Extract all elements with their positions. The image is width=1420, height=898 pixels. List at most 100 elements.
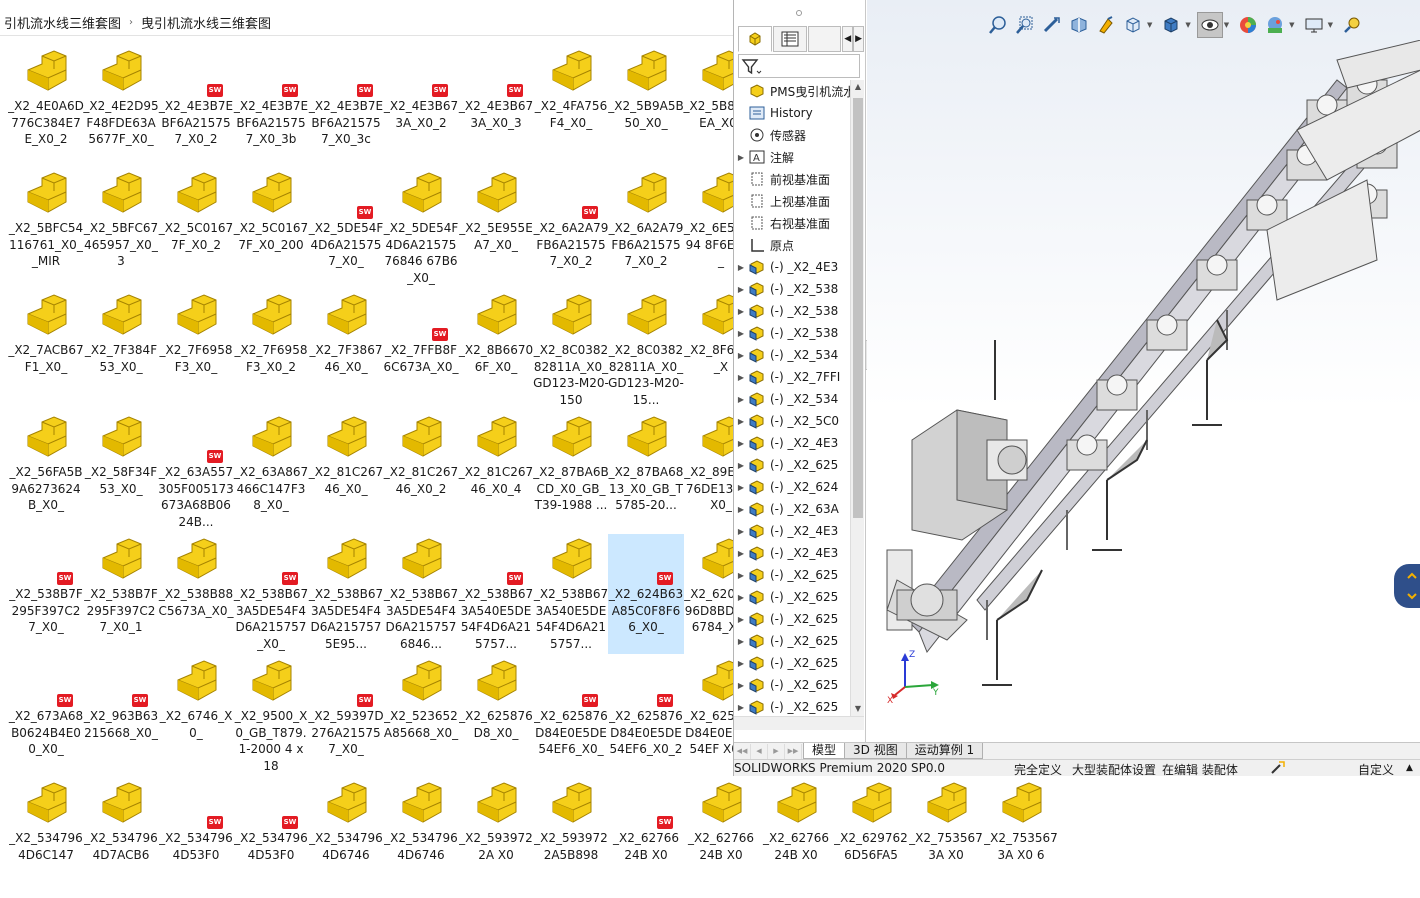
tree-node[interactable]: ▶ (-) _X2_63A	[734, 498, 850, 520]
file-item[interactable]: SW _X2_624B63A85C0F8F66_X0_	[608, 534, 684, 654]
tab-scroll-right-icon[interactable]: ▶	[853, 26, 864, 52]
tree-node[interactable]: 原点	[734, 234, 850, 256]
file-item[interactable]: SW _X2_4E3B7EBF6A215757_X0_2	[158, 46, 234, 166]
file-item[interactable]: _X2_7535673A X0 6	[983, 778, 1059, 898]
dynamic-annotation-icon[interactable]	[1093, 12, 1119, 38]
expand-icon[interactable]: ▶	[734, 439, 748, 448]
tree-node[interactable]: ▶ (-) _X2_4E3	[734, 542, 850, 564]
display-style-dropdown-icon[interactable]: ▼	[1185, 21, 1190, 29]
file-item[interactable]: _X2_7ACB67F1_X0_	[8, 290, 84, 410]
expand-icon[interactable]: ▶	[734, 571, 748, 580]
expand-icon[interactable]: ▶	[734, 527, 748, 536]
expand-icon[interactable]: ▶	[734, 703, 748, 712]
file-item[interactable]: SW _X2_4E3B7EBF6A215757_X0_3b	[233, 46, 309, 166]
tree-node[interactable]: ▶ (-) _X2_538	[734, 322, 850, 344]
tree-node[interactable]: ▶ (-) _X2_5C0	[734, 410, 850, 432]
file-item[interactable]: _X2_81C26746_X0_4	[458, 412, 534, 532]
tab-model[interactable]: 模型	[803, 743, 846, 759]
file-item[interactable]: _X2_87BA6813_X0_GB_T5785-20...	[608, 412, 684, 532]
zoom-to-fit-icon[interactable]	[985, 12, 1011, 38]
expand-icon[interactable]: ▶	[734, 285, 748, 294]
tab-3d-view[interactable]: 3D 视图	[844, 743, 907, 759]
file-item[interactable]: _X2_62766 24B X0	[683, 778, 759, 898]
expand-icon[interactable]: ▶	[734, 615, 748, 624]
tree-node[interactable]: ▶ (-) _X2_625	[734, 630, 850, 652]
tree-node[interactable]: 传感器	[734, 124, 850, 146]
expand-icon[interactable]: ▶	[734, 681, 748, 690]
first-tab-icon[interactable]: ◀◀	[734, 743, 751, 759]
file-item[interactable]: _X2_538B673A5DE54F4D6A2157575E95...	[308, 534, 384, 654]
tree-node[interactable]: ▶ (-) _X2_538	[734, 278, 850, 300]
file-item[interactable]: _X2_63A867466C147F38_X0_	[233, 412, 309, 532]
tree-node[interactable]: PMS曳引机流水	[734, 80, 850, 102]
next-tab-icon[interactable]: ▶	[768, 743, 785, 759]
file-item[interactable]: SW _X2_673A68B0624B4E00_X0_	[8, 656, 84, 776]
file-item[interactable]: SW _X2_4E3B673A_X0_3	[458, 46, 534, 166]
tree-node[interactable]: ▶ (-) _X2_625	[734, 652, 850, 674]
file-item[interactable]: _X2_87BA6BCD_X0_GB_T39-1988 ...	[533, 412, 609, 532]
file-item[interactable]: SW _X2_63A557305F005173673A68B0624B...	[158, 412, 234, 532]
tree-node[interactable]: 前视基准面	[734, 168, 850, 190]
tab-motion-study[interactable]: 运动算例 1	[905, 743, 984, 759]
file-item[interactable]: _X2_62766 24B X0	[758, 778, 834, 898]
file-item[interactable]: _X2_538B7F295F397C27_X0_1	[83, 534, 159, 654]
tree-horizontal-scrollbar[interactable]	[734, 716, 864, 730]
expand-icon[interactable]: ▶	[734, 329, 748, 338]
expand-icon[interactable]: ▶	[734, 549, 748, 558]
file-item[interactable]: _X2_538B88C5673A_X0_	[158, 534, 234, 654]
tree-node[interactable]: 右视基准面	[734, 212, 850, 234]
tree-node[interactable]: 上视基准面	[734, 190, 850, 212]
expand-icon[interactable]: ▶	[734, 373, 748, 382]
file-item[interactable]: _X2_5BFC54116761_X0__MIR	[8, 168, 84, 288]
file-item[interactable]: SW _X2_5347964D53F0	[233, 778, 309, 898]
tab-feature-manager[interactable]	[738, 26, 772, 52]
file-item[interactable]: SW _X2_625876D84E0E5DE54EF6_X0_	[533, 656, 609, 776]
file-item[interactable]: _X2_8C038282811A_X0_GD123-M20-150	[533, 290, 609, 410]
expand-icon[interactable]: ▶	[734, 637, 748, 646]
graphics-area[interactable]: ▼ ▼ ▼ ▼ ▼ Z Y X	[867, 0, 1420, 742]
tree-filter[interactable]	[738, 54, 860, 78]
expand-icon[interactable]: ▶	[734, 483, 748, 492]
file-item[interactable]: _X2_5347964D6746	[308, 778, 384, 898]
file-item[interactable]: _X2_9500_X0_GB_T879.1-2000 4 x 18	[233, 656, 309, 776]
expand-icon[interactable]: ▶	[734, 659, 748, 668]
file-item[interactable]: _X2_5939722A X0	[458, 778, 534, 898]
hide-show-items-icon[interactable]	[1196, 12, 1223, 38]
file-item[interactable]: _X2_523652A85668_X0_	[383, 656, 459, 776]
file-item[interactable]: _X2_4FA756F4_X0_	[533, 46, 609, 166]
file-item[interactable]: SW _X2_4E3B673A_X0_2	[383, 46, 459, 166]
apply-scene-dropdown-icon[interactable]: ▼	[1289, 21, 1294, 29]
file-item[interactable]: _X2_4E2D95F48FDE63A5677F_X0_	[83, 46, 159, 166]
panel-grip-icon[interactable]	[796, 10, 802, 16]
file-item[interactable]: _X2_5C01677F_X0_200	[233, 168, 309, 288]
file-item[interactable]: _X2_5347964D6746	[383, 778, 459, 898]
tree-node[interactable]: ▶ (-) _X2_7FFI	[734, 366, 850, 388]
file-item[interactable]: _X2_5DE54F4D6A2157576846 67B6_X0_	[383, 168, 459, 288]
file-item[interactable]: _X2_5347964D7ACB6	[83, 778, 159, 898]
view-orientation-icon[interactable]	[1120, 12, 1146, 38]
tree-node[interactable]: History	[734, 102, 850, 124]
section-view-icon[interactable]	[1066, 12, 1092, 38]
large-assembly-settings[interactable]: 大型装配体设置	[1072, 761, 1156, 778]
file-item[interactable]: SW _X2_6A2A79FB6A215757_X0_2	[533, 168, 609, 288]
scroll-thumb[interactable]	[853, 98, 863, 518]
prev-tab-icon[interactable]: ◀	[751, 743, 768, 759]
tree-node[interactable]: ▶ (-) _X2_538	[734, 300, 850, 322]
file-item[interactable]: SW _X2_538B673A540E5DE54F4D6A215757...	[458, 534, 534, 654]
file-item[interactable]: SW _X2_5347964D53F0	[158, 778, 234, 898]
file-item[interactable]: _X2_8C038282811A_X0_GD123-M20-15...	[608, 290, 684, 410]
file-item[interactable]: _X2_625876D8_X0_	[458, 656, 534, 776]
tree-node[interactable]: ▶ (-) _X2_625	[734, 454, 850, 476]
tree-node[interactable]: ▶ (-) _X2_625	[734, 608, 850, 630]
file-item[interactable]: _X2_6297626D56FA5	[833, 778, 909, 898]
file-item[interactable]: SW _X2_62766 24B X0	[608, 778, 684, 898]
expand-icon[interactable]: ▶	[734, 307, 748, 316]
search-icon[interactable]	[1339, 12, 1365, 38]
tree-node[interactable]: ▶ (-) _X2_624	[734, 476, 850, 498]
file-item[interactable]: _X2_7F6958F3_X0_	[158, 290, 234, 410]
display-style-icon[interactable]	[1158, 12, 1184, 38]
file-item[interactable]: _X2_7F386746_X0_	[308, 290, 384, 410]
tree-node[interactable]: ▶ (-) _X2_625	[734, 586, 850, 608]
file-item[interactable]: _X2_6746_X0_	[158, 656, 234, 776]
file-item[interactable]: _X2_7F384F53_X0_	[83, 290, 159, 410]
